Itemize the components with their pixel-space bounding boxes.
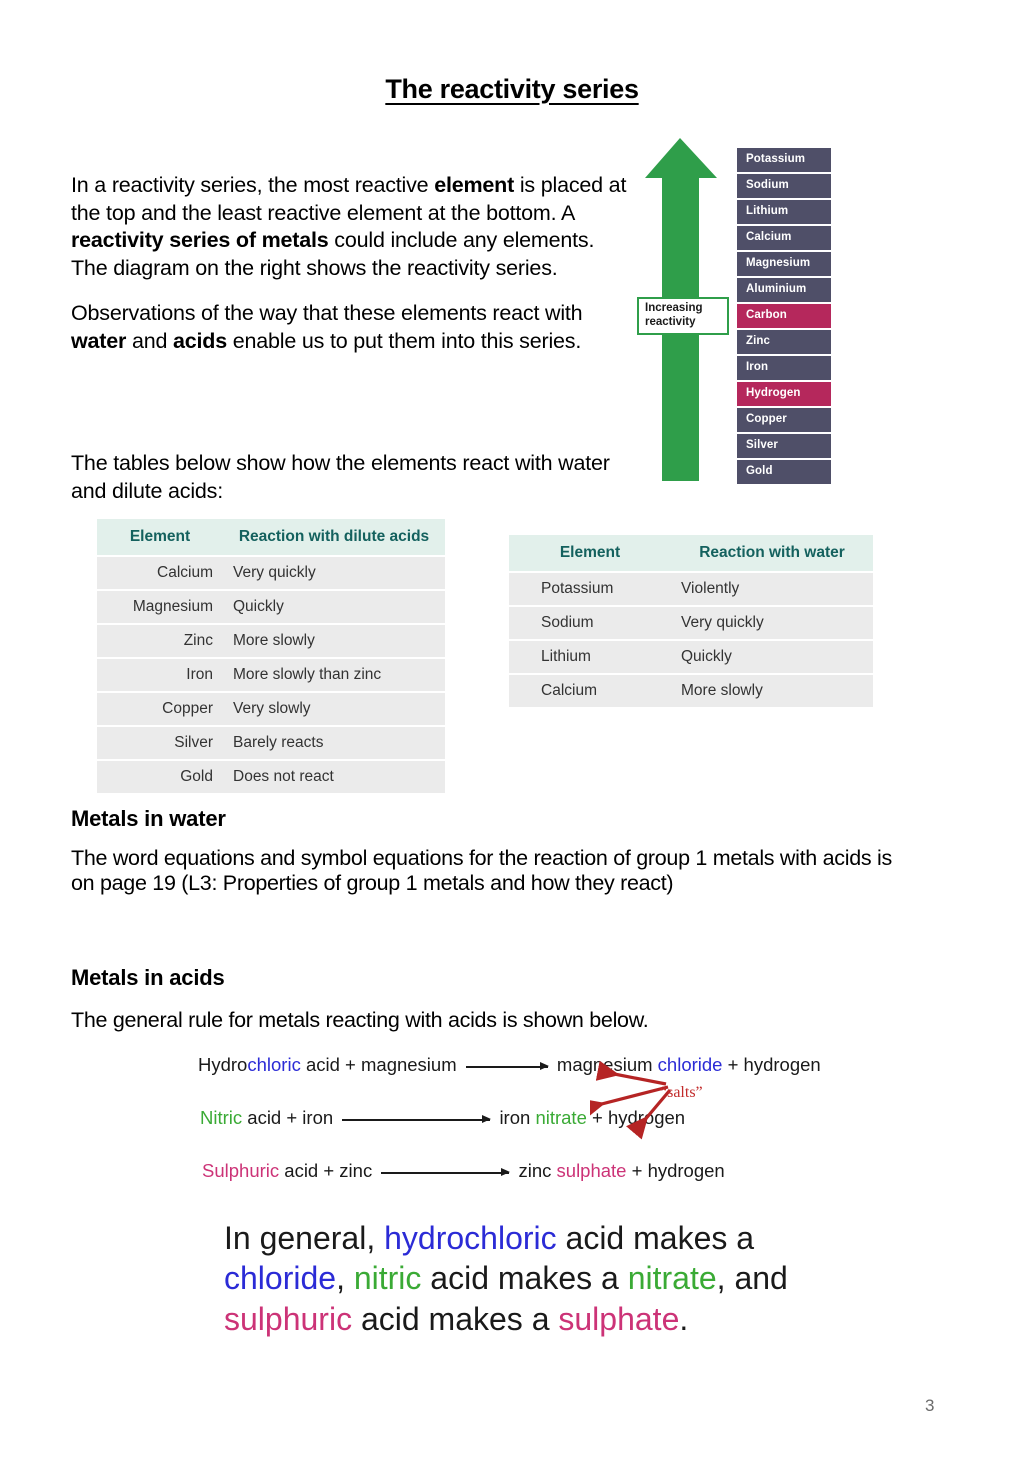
salts-annotation-label: “salts” xyxy=(660,1084,703,1101)
page-title: The reactivity series xyxy=(385,74,639,104)
increasing-reactivity-label: Increasing reactivity xyxy=(637,297,729,336)
table-reaction-with-water: Element Reaction with water Potassium Viole… xyxy=(509,533,873,709)
cell-element: Gold xyxy=(97,761,223,793)
table-row: Calcium More slowly xyxy=(509,675,873,707)
table-row: Lithium Quickly xyxy=(509,641,873,673)
series-item-iron: Iron xyxy=(737,356,831,380)
page-number: 3 xyxy=(925,1396,935,1415)
series-item-magnesium: Magnesium xyxy=(737,252,831,276)
table-header-row: Element Reaction with water xyxy=(509,535,873,571)
table-header-row: Element Reaction with dilute acids xyxy=(97,519,445,555)
paragraph-metals-in-acids: The general rule for metals reacting wit… xyxy=(71,1008,649,1032)
cell-element: Calcium xyxy=(97,557,223,589)
series-item-potassium: Potassium xyxy=(737,148,831,172)
table-row: Iron More slowly than zinc xyxy=(97,659,445,691)
cell-element: Sodium xyxy=(509,607,671,639)
paragraph-metals-in-water: The word equations and symbol equations … xyxy=(71,846,892,895)
cell-reaction: More slowly than zinc xyxy=(223,659,445,691)
table-row: Gold Does not react xyxy=(97,761,445,793)
cell-element: Iron xyxy=(97,659,223,691)
cell-reaction: More slowly xyxy=(671,675,873,707)
cell-element: Lithium xyxy=(509,641,671,673)
cell-reaction: Quickly xyxy=(223,591,445,623)
series-item-carbon: Carbon xyxy=(737,304,831,328)
table-header-reaction: Reaction with water xyxy=(671,535,873,571)
series-item-aluminium: Aluminium xyxy=(737,278,831,302)
cell-reaction: Barely reacts xyxy=(223,727,445,759)
table-header-element: Element xyxy=(97,519,223,555)
cell-reaction: Very quickly xyxy=(671,607,873,639)
cell-element: Copper xyxy=(97,693,223,725)
series-item-hydrogen: Hydrogen xyxy=(737,382,831,406)
cell-element: Zinc xyxy=(97,625,223,657)
equation-2-left: Nitric acid + iron xyxy=(200,1107,334,1128)
cell-reaction: Does not react xyxy=(223,761,445,793)
intro-paragraph-1: In a reactivity series, the most reactiv… xyxy=(71,173,627,281)
table-row: Calcium Very quickly xyxy=(97,557,445,589)
cell-reaction: Quickly xyxy=(671,641,873,673)
cell-reaction: Very quickly xyxy=(223,557,445,589)
cell-reaction: More slowly xyxy=(223,625,445,657)
intro-text-block: In a reactivity series, the most reactiv… xyxy=(71,172,631,372)
table-row: Potassium Violently xyxy=(509,573,873,605)
series-item-calcium: Calcium xyxy=(737,226,831,250)
series-item-copper: Copper xyxy=(737,408,831,432)
cell-element: Magnesium xyxy=(97,591,223,623)
equation-1-left: Hydrochloric acid + magnesium xyxy=(198,1054,457,1075)
cell-reaction: Violently xyxy=(671,573,873,605)
table-row: Magnesium Quickly xyxy=(97,591,445,623)
table-header-reaction: Reaction with dilute acids xyxy=(223,519,445,555)
reaction-arrow-icon xyxy=(465,1061,549,1071)
tables-lead-paragraph: The tables below show how the elements r… xyxy=(71,451,610,503)
equation-3-left: Sulphuric acid + zinc xyxy=(202,1160,373,1181)
table-row: Copper Very slowly xyxy=(97,693,445,725)
intro-paragraph-2: Observations of the way that these eleme… xyxy=(71,300,583,353)
series-item-zinc: Zinc xyxy=(737,330,831,354)
salts-annotation-arrows-icon xyxy=(590,1060,672,1140)
series-item-lithium: Lithium xyxy=(737,200,831,224)
cell-reaction: Very slowly xyxy=(223,693,445,725)
reaction-arrow-icon xyxy=(381,1167,511,1177)
series-item-gold: Gold xyxy=(737,460,831,484)
heading-metals-in-acids: Metals in acids xyxy=(71,965,225,990)
series-item-silver: Silver xyxy=(737,434,831,458)
table-row: Sodium Very quickly xyxy=(509,607,873,639)
cell-element: Silver xyxy=(97,727,223,759)
table-row: Silver Barely reacts xyxy=(97,727,445,759)
series-item-sodium: Sodium xyxy=(737,174,831,198)
heading-metals-in-water: Metals in water xyxy=(71,806,226,831)
cell-element: Calcium xyxy=(509,675,671,707)
table-row: Zinc More slowly xyxy=(97,625,445,657)
summary-statement: In general, hydrochloric acid makes a ch… xyxy=(224,1220,788,1337)
reactivity-series-list: Potassium Sodium Lithium Calcium Magnesium Al… xyxy=(737,148,831,486)
table-header-element: Element xyxy=(509,535,671,571)
table-reaction-with-dilute-acids: Element Reaction with dilute acids Calcium… xyxy=(97,517,445,795)
reaction-arrow-icon xyxy=(342,1114,492,1124)
cell-element: Potassium xyxy=(509,573,671,605)
